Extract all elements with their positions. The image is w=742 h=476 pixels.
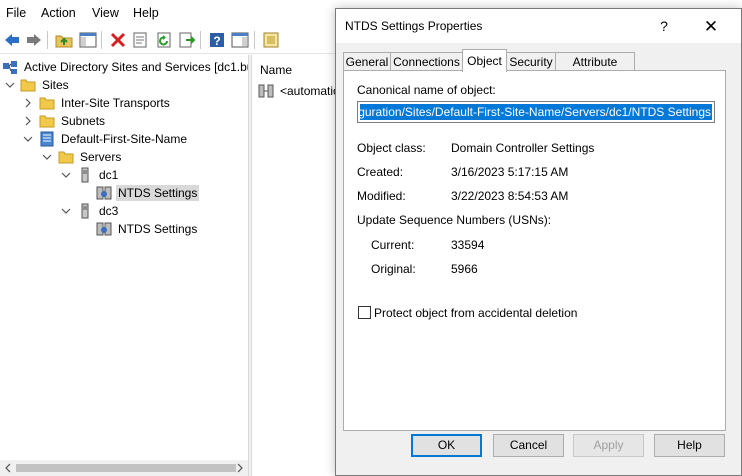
dialog-titlebar[interactable]: NTDS Settings Properties ? ✕: [336, 9, 741, 43]
usn-original-value: 5966: [451, 262, 478, 276]
apply-button[interactable]: Apply: [573, 434, 644, 457]
ad-sites-icon: [3, 61, 17, 74]
tree-item-dc1[interactable]: dc1: [77, 166, 120, 184]
tree-item-inter-site-transports[interactable]: Inter-Site Transports: [39, 94, 172, 112]
mmc-pane-icon[interactable]: [230, 30, 250, 50]
canonical-name-field[interactable]: bu.local/Configuration/Sites/Default-Fir…: [357, 101, 715, 123]
menu-action[interactable]: Action: [41, 6, 76, 20]
ntds-settings-icon: [96, 186, 112, 200]
connection-object-icon: [258, 84, 274, 98]
refresh-icon[interactable]: [154, 30, 174, 50]
export-list-icon[interactable]: [177, 30, 197, 50]
chevron-right-icon[interactable]: [23, 112, 33, 130]
tree-item-subnets[interactable]: Subnets: [39, 112, 107, 130]
usn-original-label: Original:: [371, 262, 416, 276]
object-class-label: Object class:: [357, 141, 426, 155]
scroll-right-icon[interactable]: [234, 460, 246, 476]
chevron-down-icon[interactable]: [5, 76, 15, 94]
tree-item-dc1-ntds-settings[interactable]: NTDS Settings: [96, 184, 200, 202]
up-folder-icon[interactable]: [54, 30, 74, 50]
server-icon: [81, 167, 89, 183]
cancel-button[interactable]: Cancel: [493, 434, 564, 457]
tree-item-servers[interactable]: Servers: [58, 148, 123, 166]
snap-in-icon[interactable]: [261, 30, 281, 50]
server-icon: [81, 203, 89, 219]
help-icon[interactable]: ?: [654, 16, 674, 36]
close-icon[interactable]: ✕: [700, 16, 722, 38]
protect-deletion-label[interactable]: Protect object from accidental deletion: [374, 306, 577, 320]
object-tab-page: Canonical name of object: bu.local/Confi…: [343, 70, 726, 431]
show-hide-tree-icon[interactable]: [78, 30, 98, 50]
site-building-icon: [40, 131, 54, 147]
console-tree: Active Directory Sites and Services [dc1…: [0, 55, 253, 476]
dialog-title: NTDS Settings Properties: [345, 19, 483, 33]
modified-value: 3/22/2023 8:54:53 AM: [451, 189, 569, 203]
menu-help[interactable]: Help: [133, 6, 159, 20]
usn-label: Update Sequence Numbers (USNs):: [357, 213, 552, 227]
tree-item-default-site[interactable]: Default-First-Site-Name: [39, 130, 189, 148]
toolbar-separator: [254, 31, 255, 49]
properties-dialog: NTDS Settings Properties ? ✕ General Con…: [335, 8, 742, 476]
properties-icon[interactable]: [130, 30, 150, 50]
created-value: 3/16/2023 5:17:15 AM: [451, 165, 569, 179]
chevron-down-icon[interactable]: [23, 130, 33, 148]
folder-icon: [39, 97, 55, 110]
folder-icon: [20, 79, 36, 92]
tree-item-root[interactable]: Active Directory Sites and Services [dc1…: [2, 58, 255, 76]
canonical-name-label: Canonical name of object:: [357, 83, 496, 97]
toolbar-separator: [47, 31, 48, 49]
usn-current-value: 33594: [451, 238, 485, 252]
canonical-name-selection[interactable]: bu.local/Configuration/Sites/Default-Fir…: [360, 104, 712, 120]
scroll-left-icon[interactable]: [2, 460, 14, 476]
tree-item-dc3[interactable]: dc3: [77, 202, 120, 220]
modified-label: Modified:: [357, 189, 406, 203]
toolbar-separator: [101, 31, 102, 49]
tab-security[interactable]: Security: [506, 52, 556, 72]
menu-view[interactable]: View: [92, 6, 119, 20]
ok-button[interactable]: OK: [411, 434, 482, 457]
column-header-name[interactable]: Name: [260, 63, 292, 77]
forward-arrow-icon[interactable]: [24, 30, 44, 50]
svg-text:?: ?: [213, 34, 220, 48]
tab-general[interactable]: General: [343, 52, 391, 72]
chevron-down-icon[interactable]: [42, 148, 52, 166]
list-item[interactable]: <automatio: [258, 82, 342, 100]
tree-horizontal-scrollbar[interactable]: [0, 460, 248, 476]
object-class-value: Domain Controller Settings: [451, 141, 595, 155]
tab-object[interactable]: Object: [462, 49, 507, 72]
back-arrow-icon[interactable]: [2, 30, 22, 50]
tab-attribute-editor[interactable]: Attribute Editor: [555, 52, 635, 87]
tree-item-dc3-ntds-settings[interactable]: NTDS Settings: [96, 220, 199, 238]
canonical-name-value: bu.local/Configuration/Sites/Default-Fir…: [360, 105, 711, 119]
protect-deletion-checkbox[interactable]: [358, 306, 371, 319]
menu-file[interactable]: File: [6, 6, 26, 20]
folder-icon: [58, 151, 74, 164]
chevron-down-icon[interactable]: [61, 202, 71, 220]
help-button[interactable]: Help: [654, 434, 725, 457]
chevron-down-icon[interactable]: [61, 166, 71, 184]
usn-current-label: Current:: [371, 238, 415, 252]
toolbar-separator: [200, 31, 201, 49]
tree-item-sites[interactable]: Sites: [20, 76, 71, 94]
scrollbar-thumb[interactable]: [16, 464, 236, 472]
delete-icon[interactable]: [108, 30, 128, 50]
ntds-settings-icon: [96, 222, 112, 236]
created-label: Created:: [357, 165, 404, 179]
help-icon[interactable]: ?: [207, 30, 227, 50]
chevron-right-icon[interactable]: [23, 94, 33, 112]
tab-connections[interactable]: Connections: [390, 52, 463, 72]
folder-icon: [39, 115, 55, 128]
